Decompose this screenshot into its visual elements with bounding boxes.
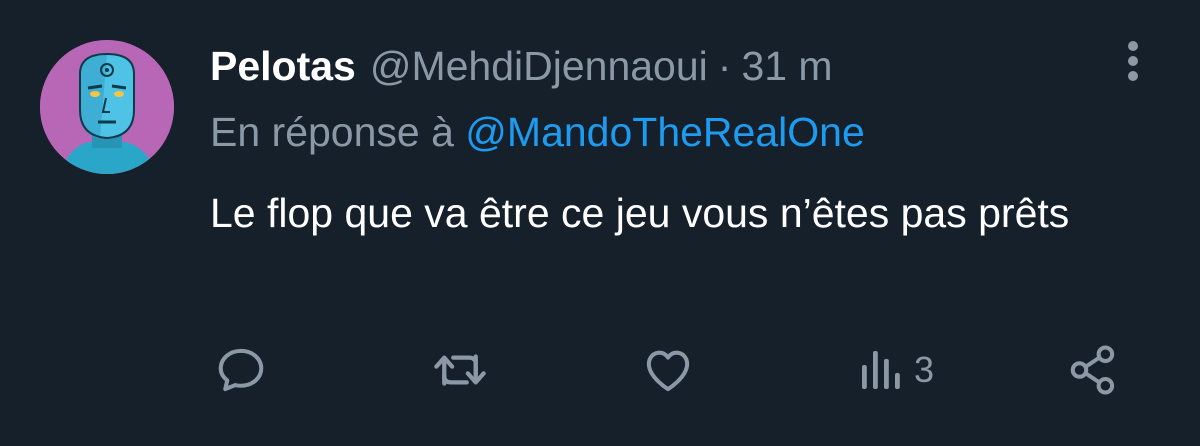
reply-mention-link[interactable]: @MandoTheRealOne <box>465 109 864 155</box>
reply-prefix: En réponse à <box>210 109 466 155</box>
views-icon <box>862 351 900 389</box>
share-button[interactable] <box>1066 340 1120 400</box>
timestamp[interactable]: 31 m <box>741 38 832 94</box>
tweet-card[interactable]: Pelotas @MehdiDjennaoui · 31 m En répons… <box>0 0 1200 446</box>
retweet-icon <box>434 354 486 386</box>
user-handle[interactable]: @MehdiDjennaoui <box>370 38 708 94</box>
tweet-actions: 3 <box>0 340 1200 400</box>
tweet-header: Pelotas @MehdiDjennaoui · 31 m <box>210 38 833 94</box>
avatar-image <box>40 40 174 174</box>
share-icon <box>1070 345 1115 395</box>
avatar[interactable] <box>40 40 174 174</box>
more-vertical-icon <box>1128 41 1138 81</box>
separator-dot: · <box>717 43 732 89</box>
views-button[interactable]: 3 <box>856 340 934 400</box>
reply-button[interactable] <box>214 340 268 400</box>
retweet-button[interactable] <box>430 340 490 400</box>
more-options-button[interactable] <box>1118 40 1148 84</box>
display-name[interactable]: Pelotas <box>210 38 356 94</box>
tweet-text: Le flop que va être ce jeu vous n’êtes p… <box>210 190 1070 236</box>
heart-icon <box>646 350 690 392</box>
reply-context: En réponse à @MandoTheRealOne <box>210 104 865 160</box>
like-button[interactable] <box>640 340 696 400</box>
reply-icon <box>218 348 264 392</box>
views-count: 3 <box>914 349 935 390</box>
